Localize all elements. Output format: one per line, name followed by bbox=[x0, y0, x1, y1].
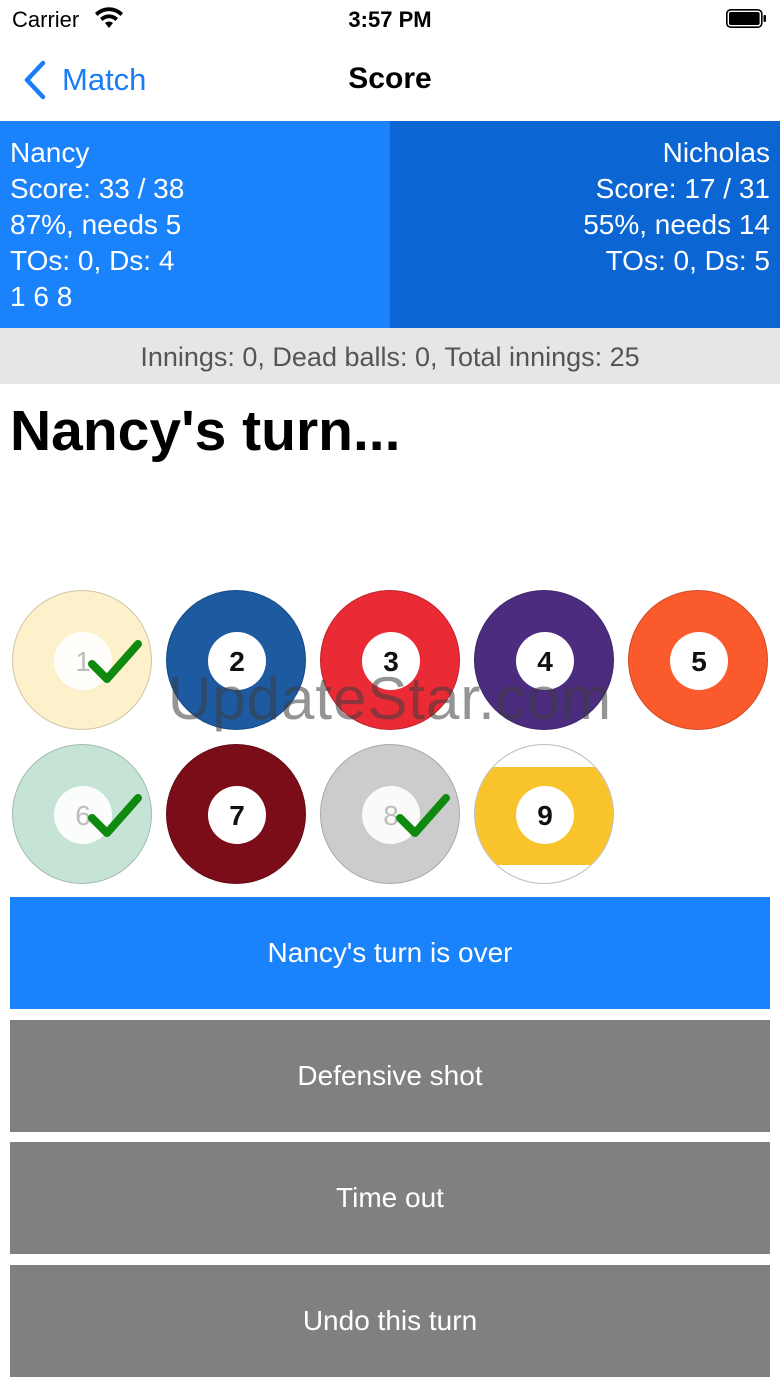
undo-turn-button[interactable]: Undo this turn bbox=[10, 1265, 770, 1377]
player-score: Score: 17 / 31 bbox=[595, 173, 770, 204]
player-timeouts: TOs: 0, Ds: 4 bbox=[10, 245, 175, 276]
ball-7[interactable]: 7 bbox=[166, 744, 306, 884]
ball-number: 7 bbox=[229, 800, 245, 831]
ball-2[interactable]: 2 bbox=[166, 590, 306, 730]
status-bar: Carrier 3:57 PM bbox=[0, 0, 780, 40]
player-pocketed-balls: 1 6 8 bbox=[10, 281, 73, 312]
checkmark-icon bbox=[88, 640, 142, 683]
player-percentage: 55%, needs 14 bbox=[583, 209, 770, 240]
ball-3[interactable]: 3 bbox=[320, 590, 460, 730]
player-panel-right: Nicholas Score: 17 / 31 55%, needs 14 TO… bbox=[390, 121, 780, 328]
checkmark-icon bbox=[88, 794, 142, 837]
ball-8[interactable]: 8 bbox=[320, 744, 460, 884]
checkmark-icon bbox=[396, 794, 450, 837]
ball-6[interactable]: 6 bbox=[12, 744, 152, 884]
player-timeouts: TOs: 0, Ds: 5 bbox=[605, 245, 770, 276]
player-percentage: 87%, needs 5 bbox=[10, 209, 182, 240]
innings-bar: Innings: 0, Dead balls: 0, Total innings… bbox=[0, 328, 780, 384]
player-name: Nancy bbox=[10, 137, 90, 168]
player-name: Nicholas bbox=[662, 137, 770, 168]
ball-number: 3 bbox=[383, 646, 399, 677]
ball-9[interactable]: 9 bbox=[474, 744, 614, 884]
turn-over-button[interactable]: Nancy's turn is over bbox=[10, 897, 770, 1009]
battery-icon bbox=[726, 9, 766, 28]
ball-number: 5 bbox=[691, 646, 707, 677]
player-panel-left: Nancy Score: 33 / 38 87%, needs 5 TOs: 0… bbox=[0, 121, 390, 328]
ball-number: 2 bbox=[229, 646, 245, 677]
scoreboard: Nancy Score: 33 / 38 87%, needs 5 TOs: 0… bbox=[0, 121, 780, 328]
ball-1[interactable]: 1 bbox=[12, 590, 152, 730]
player-score: Score: 33 / 38 bbox=[10, 173, 185, 204]
ball-grid: 1 2 3 4 5 6 7 8 9 bbox=[0, 590, 780, 890]
navigation-bar: Match Score bbox=[0, 44, 780, 120]
time-out-button[interactable]: Time out bbox=[10, 1142, 770, 1254]
ball-5[interactable]: 5 bbox=[628, 590, 768, 730]
status-time: 3:57 PM bbox=[348, 7, 432, 32]
turn-heading: Nancy's turn... bbox=[10, 399, 401, 463]
ball-number: 9 bbox=[537, 800, 553, 831]
defensive-shot-button[interactable]: Defensive shot bbox=[10, 1020, 770, 1132]
ball-4[interactable]: 4 bbox=[474, 590, 614, 730]
ball-number: 4 bbox=[537, 646, 553, 677]
page-title: Score bbox=[348, 62, 432, 95]
